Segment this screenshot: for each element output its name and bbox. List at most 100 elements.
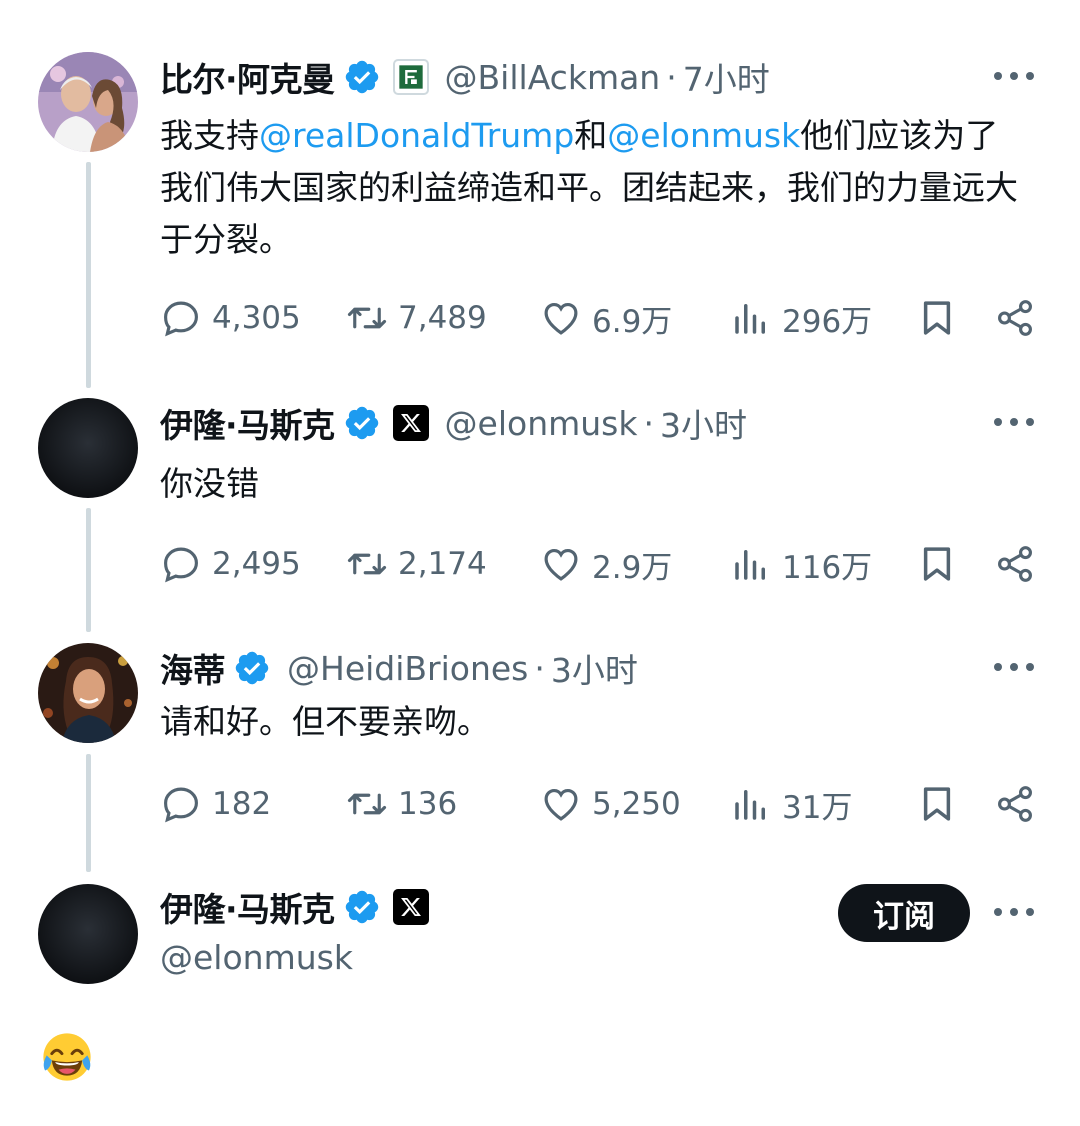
timestamp[interactable]: 3小时 bbox=[551, 644, 638, 692]
verified-badge-icon bbox=[343, 58, 381, 96]
retweet-count: 7,489 bbox=[398, 300, 487, 336]
affiliation-badge-icon[interactable] bbox=[392, 59, 429, 95]
action-bar: 2,495 2,174 2.9万 116万 bbox=[160, 542, 1040, 586]
retweet-button[interactable]: 136 bbox=[346, 782, 457, 826]
thread-line bbox=[86, 508, 91, 632]
tweet-text: 我支持@realDonaldTrump和@elonmusk他们应该为了我们伟大国… bbox=[160, 110, 1030, 266]
reply-count: 182 bbox=[212, 786, 272, 822]
timestamp[interactable]: 7小时 bbox=[683, 53, 770, 101]
user-handle[interactable]: @BillAckman bbox=[445, 58, 661, 97]
avatar-photo bbox=[38, 884, 138, 984]
tweet-header: 伊隆·马斯克 @elonmusk · 3小时 bbox=[160, 398, 747, 448]
share-button[interactable] bbox=[994, 782, 1036, 826]
views-icon bbox=[735, 304, 765, 334]
reply-button[interactable]: 4,305 bbox=[160, 296, 301, 340]
views-icon bbox=[735, 550, 765, 580]
retweet-icon bbox=[347, 793, 387, 815]
avatar[interactable] bbox=[38, 52, 138, 152]
avatar[interactable] bbox=[38, 398, 138, 498]
separator-dot: · bbox=[643, 403, 655, 443]
display-name[interactable]: 海蒂 bbox=[160, 644, 226, 692]
x-affiliation-icon[interactable] bbox=[392, 405, 429, 441]
reply-button[interactable]: 182 bbox=[160, 782, 271, 826]
display-name[interactable]: 比尔·阿克曼 bbox=[160, 53, 335, 101]
subscribe-button[interactable]: 订阅 bbox=[838, 884, 970, 942]
more-icon[interactable] bbox=[994, 412, 1034, 432]
like-count: 6.9万 bbox=[592, 303, 673, 340]
share-button[interactable] bbox=[994, 542, 1036, 586]
like-button[interactable]: 2.9万 bbox=[540, 542, 672, 586]
verified-badge-icon bbox=[343, 404, 381, 442]
thread-line bbox=[86, 754, 91, 872]
reply-icon bbox=[164, 301, 198, 337]
verified-badge-icon bbox=[343, 888, 381, 926]
tweet-header: 伊隆·马斯克 bbox=[160, 882, 429, 932]
tweet-header: 海蒂 @HeidiBriones · 3小时 bbox=[160, 643, 638, 693]
avatar[interactable] bbox=[38, 643, 138, 743]
display-name[interactable]: 伊隆·马斯克 bbox=[160, 399, 335, 447]
avatar-photo bbox=[38, 398, 138, 498]
reply-icon bbox=[164, 787, 198, 823]
views-count: 31万 bbox=[782, 789, 853, 826]
face-with-tears-of-joy-icon bbox=[40, 1030, 94, 1084]
tweet-text: 你没错 bbox=[160, 464, 259, 503]
like-icon bbox=[544, 788, 578, 821]
display-name[interactable]: 伊隆·马斯克 bbox=[160, 883, 335, 931]
bookmark-button[interactable] bbox=[916, 542, 958, 586]
retweet-button[interactable]: 2,174 bbox=[346, 542, 487, 586]
x-affiliation-icon[interactable] bbox=[392, 889, 429, 925]
bookmark-button[interactable] bbox=[916, 782, 958, 826]
text-segment: 和 bbox=[574, 116, 608, 155]
handle-row: @elonmusk bbox=[160, 932, 353, 982]
action-bar: 182 136 5,250 31万 bbox=[160, 782, 1040, 826]
avatar-photo bbox=[38, 643, 138, 743]
separator-dot: · bbox=[534, 648, 545, 688]
views-icon bbox=[735, 790, 765, 820]
mention-link[interactable]: @realDonaldTrump bbox=[259, 116, 574, 155]
more-icon[interactable] bbox=[994, 66, 1034, 86]
tweet-text: 请和好。但不要亲吻。 bbox=[160, 702, 490, 741]
share-icon bbox=[998, 300, 1032, 336]
mention-link[interactable]: @elonmusk bbox=[607, 116, 800, 155]
timestamp[interactable]: 3小时 bbox=[660, 399, 747, 447]
user-handle[interactable]: @elonmusk bbox=[160, 938, 353, 977]
reply-count: 4,305 bbox=[212, 300, 301, 336]
retweet-count: 136 bbox=[398, 786, 458, 822]
like-count: 5,250 bbox=[592, 786, 681, 822]
user-handle[interactable]: @HeidiBriones bbox=[287, 649, 528, 688]
avatar[interactable] bbox=[38, 884, 138, 984]
retweet-icon bbox=[347, 553, 387, 575]
views-count: 296万 bbox=[782, 303, 873, 340]
share-icon bbox=[998, 786, 1032, 822]
verified-badge-icon bbox=[233, 649, 271, 687]
more-icon[interactable] bbox=[994, 657, 1034, 677]
like-button[interactable]: 5,250 bbox=[540, 782, 681, 826]
views-count: 116万 bbox=[782, 549, 873, 586]
action-bar: 4,305 7,489 6.9万 296万 bbox=[160, 296, 1040, 340]
like-count: 2.9万 bbox=[592, 549, 673, 586]
retweet-icon bbox=[347, 307, 387, 329]
separator-dot: · bbox=[666, 57, 677, 97]
views-button[interactable]: 116万 bbox=[730, 542, 872, 586]
like-icon bbox=[544, 302, 578, 335]
like-button[interactable]: 6.9万 bbox=[540, 296, 672, 340]
reply-button[interactable]: 2,495 bbox=[160, 542, 301, 586]
views-button[interactable]: 296万 bbox=[730, 296, 872, 340]
avatar-photo bbox=[38, 52, 138, 152]
retweet-button[interactable]: 7,489 bbox=[346, 296, 487, 340]
bookmark-icon bbox=[923, 787, 951, 821]
share-icon bbox=[998, 546, 1032, 582]
tweet[interactable]: 比尔·阿克曼 @BillAckman · 7小时 我支持@realDonaldT… bbox=[0, 0, 1080, 380]
tweet-header: 比尔·阿克曼 @BillAckman · 7小时 bbox=[160, 52, 770, 102]
more-icon[interactable] bbox=[994, 902, 1034, 922]
like-icon bbox=[544, 548, 578, 581]
share-button[interactable] bbox=[994, 296, 1036, 340]
bookmark-icon bbox=[923, 301, 951, 335]
reply-count: 2,495 bbox=[212, 546, 301, 582]
bookmark-button[interactable] bbox=[916, 296, 958, 340]
bookmark-icon bbox=[923, 547, 951, 581]
retweet-count: 2,174 bbox=[398, 546, 487, 582]
user-handle[interactable]: @elonmusk bbox=[445, 404, 638, 443]
reply-icon bbox=[164, 547, 198, 583]
views-button[interactable]: 31万 bbox=[730, 782, 852, 826]
